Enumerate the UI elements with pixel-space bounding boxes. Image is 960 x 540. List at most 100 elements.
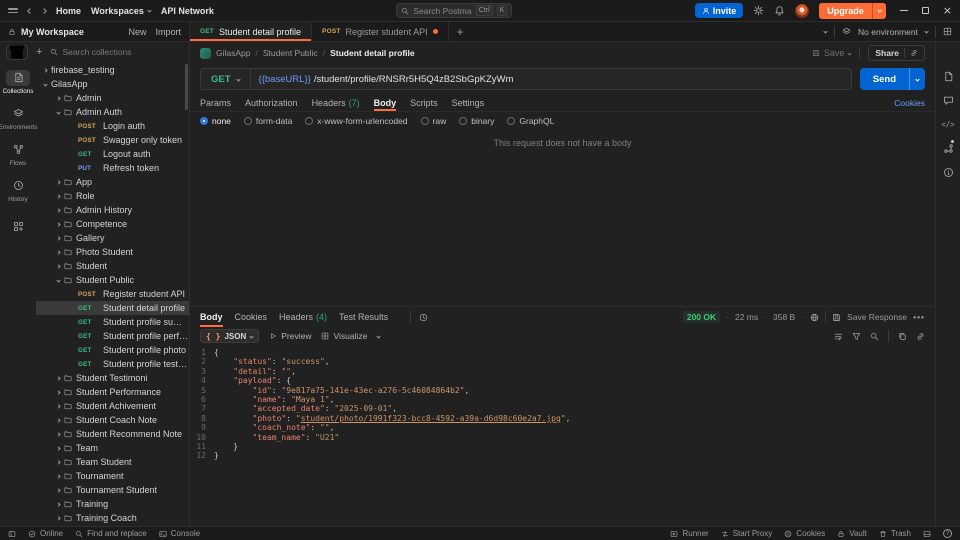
invite-button[interactable]: Invite [694,3,744,18]
tree-item-student-public[interactable]: Student Public [36,273,189,287]
save-response-button[interactable]: Save Response [847,312,907,322]
chevron-down-icon[interactable] [56,109,61,115]
chevron-right-icon[interactable] [56,403,61,409]
chevron-right-icon[interactable] [56,501,61,507]
tree-item-student-profile-testimoni[interactable]: GET Student profile testimoni [36,357,189,371]
response-tab-cookies[interactable]: Cookies [235,307,268,327]
notifications-bell-icon[interactable] [774,5,785,16]
tree-item-student-detail-profile[interactable]: GET Student detail profile [36,301,189,315]
forward-icon[interactable] [41,7,47,14]
open-tab-register-student-api[interactable]: POST Register student API [312,22,449,41]
tree-item-student-profile-performance[interactable]: GET Student profile performance [36,329,189,343]
chevron-down-icon[interactable] [56,277,61,283]
collections-search-input[interactable] [62,47,183,57]
response-body-json[interactable]: 1 { 2 "status": "success", 3 "detail": "… [190,345,935,526]
window-close-button[interactable]: × [943,5,952,16]
collection-browser-icon[interactable] [6,44,28,60]
chevron-right-icon[interactable] [56,389,61,395]
wrap-text-icon[interactable] [834,332,843,341]
chevron-down-icon[interactable] [43,81,48,87]
tree-item-gilasapp[interactable]: GilasApp [36,77,189,91]
chevron-right-icon[interactable] [56,207,61,213]
workspace-title[interactable]: My Workspace [21,27,84,37]
statusbar-find-and-replace[interactable]: Find and replace [75,529,147,538]
statusbar-online-status[interactable]: Online [28,529,63,538]
tree-item-tournament[interactable]: Tournament [36,469,189,483]
statusbar-runner[interactable]: Runner [670,529,709,538]
nav-api-network[interactable]: API Network [161,6,214,16]
body-mode-binary[interactable]: binary [459,116,494,126]
tree-item-student-recommend-note[interactable]: Student Recommend Note [36,427,189,441]
environment-quick-look-icon[interactable] [943,27,952,36]
response-tab-test-results[interactable]: Test Results [339,307,388,327]
rail-item-collections[interactable]: Collections [0,64,36,100]
status-badge[interactable]: 200 OK [682,311,721,323]
request-tab-body[interactable]: Body [373,94,396,111]
tree-item-training[interactable]: Training [36,497,189,511]
tree-item-firebase-testing[interactable]: firebase_testing [36,63,189,77]
tab-overflow-icon[interactable] [823,29,828,34]
import-button[interactable]: Import [155,27,181,37]
body-mode-x-www-form-urlencoded[interactable]: x-www-form-urlencoded [305,116,408,126]
send-options-dropdown[interactable] [909,68,925,90]
tree-item-training-coach[interactable]: Training Coach [36,511,189,525]
response-tab-headers[interactable]: Headers (4) [279,307,327,327]
global-search[interactable]: Ctrl K [396,3,513,18]
context-documentation[interactable] [936,64,960,88]
send-button[interactable]: Send [859,68,925,90]
chevron-right-icon[interactable] [56,249,61,255]
chevron-right-icon[interactable] [56,95,61,101]
back-icon[interactable] [27,7,33,14]
chevron-right-icon[interactable] [56,375,61,381]
visualize-button[interactable]: Visualize [321,331,367,341]
tree-item-refresh-token[interactable]: PUT Refresh token [36,161,189,175]
link-icon[interactable] [916,332,925,341]
chevron-right-icon[interactable] [43,67,48,73]
body-mode-none[interactable]: none [200,116,231,126]
response-time[interactable]: 22 ms [735,312,758,322]
tree-item-team[interactable]: Team [36,441,189,455]
tree-item-team-student[interactable]: Team Student [36,455,189,469]
response-more-button[interactable]: ••• [913,312,925,322]
new-button[interactable]: New [128,27,146,37]
filter-icon[interactable] [852,332,861,341]
chevron-right-icon[interactable] [56,263,61,269]
statusbar-help[interactable]: ? [943,529,952,538]
tree-item-role[interactable]: Role [36,189,189,203]
photo-link[interactable]: student/photo/1991f323-bcc8-4592-a39a-d6… [301,414,561,423]
tree-item-student-performance[interactable]: Student Performance [36,385,189,399]
response-history-clock-icon[interactable] [419,313,428,322]
settings-gear-icon[interactable] [753,5,764,16]
request-tab-authorization[interactable]: Authorization [245,94,298,111]
chevron-right-icon[interactable] [56,515,61,521]
tree-item-gallery[interactable]: Gallery [36,231,189,245]
preview-button[interactable]: Preview [269,331,311,341]
context-comments[interactable] [936,88,960,112]
statusbar-start-proxy[interactable]: Start Proxy [721,529,772,538]
nav-workspaces[interactable]: Workspaces [91,6,152,16]
save-button[interactable]: Save [812,48,852,58]
tree-scrollbar[interactable] [185,64,188,110]
global-search-input[interactable] [413,5,472,16]
body-mode-raw[interactable]: raw [420,116,446,126]
share-button[interactable]: Share [868,45,925,61]
tree-item-student-testimoni[interactable]: Student Testimoni [36,371,189,385]
tree-item-app[interactable]: App [36,175,189,189]
context-related-requests[interactable] [936,136,960,160]
request-tab-scripts[interactable]: Scripts [410,94,438,111]
avatar[interactable] [795,3,810,18]
body-mode-form-data[interactable]: form-data [243,116,292,126]
request-tab-params[interactable]: Params [200,94,231,111]
tree-item-logout-auth[interactable]: GET Logout auth [36,147,189,161]
tree-item-photo-student[interactable]: Photo Student [36,245,189,259]
upgrade-button[interactable]: Upgrade [819,2,886,19]
rail-item-more[interactable] [0,208,36,244]
tree-item-student-profile-summary[interactable]: GET Student profile summary [36,315,189,329]
statusbar-cookies[interactable]: Cookies [784,529,825,538]
rail-item-flows[interactable]: Flows [0,136,36,172]
chevron-right-icon[interactable] [56,431,61,437]
context-code-snippet[interactable]: </> [936,112,960,136]
chevron-right-icon[interactable] [56,417,61,423]
cookies-link[interactable]: Cookies [894,98,925,108]
environment-selector[interactable]: No environment [858,27,918,37]
